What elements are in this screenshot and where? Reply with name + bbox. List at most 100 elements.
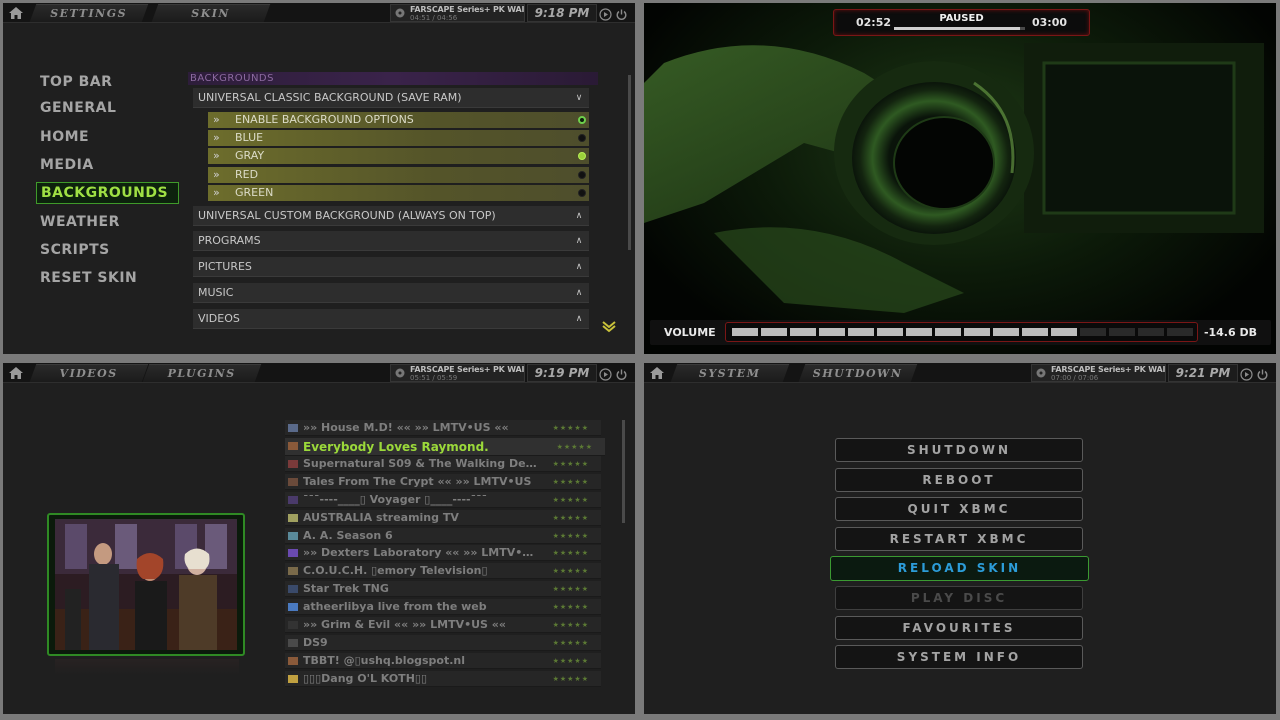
now-playing-box[interactable]: FARSCAPE Series+ PK WAI 04:51 / 04:56 (390, 4, 525, 22)
group-custom-background[interactable]: UNIVERSAL CUSTOM BACKGROUND (ALWAYS ON T… (193, 206, 589, 226)
shutdown-button[interactable]: SHUTDOWN (835, 438, 1083, 462)
plugin-icon (288, 424, 298, 432)
double-chevron-icon: » (213, 168, 220, 181)
list-item[interactable]: »» Dexters Laboratory «« »» LMTV•US ★★★★★ (285, 545, 601, 562)
seek-bar-overlay[interactable]: 02:52 PAUSED 03:00 (833, 9, 1090, 36)
now-playing-time: 07:00 / 07:06 (1051, 374, 1099, 382)
scroll-down-icon[interactable] (601, 318, 617, 333)
home-icon[interactable] (648, 365, 666, 381)
breadcrumb-skin[interactable]: SKIN (151, 4, 271, 22)
play-pause-icon[interactable] (1240, 366, 1253, 381)
list-item[interactable]: atheerlibya live from the web ★★★★★ (285, 599, 601, 616)
rating-stars: ★★★★★ (552, 477, 589, 486)
list-item[interactable]: C.O.U.C.H. ▯emory Television▯ ★★★★★ (285, 563, 601, 580)
restart-xbmc-button[interactable]: RESTART XBMC (835, 527, 1083, 551)
scrollbar[interactable] (622, 420, 625, 523)
list-item[interactable]: A. A. Season 6 ★★★★★ (285, 527, 601, 544)
menu-item-reset-skin[interactable]: RESET SKIN (40, 270, 137, 286)
chevron-up-icon: ∧ (575, 211, 583, 221)
video-frame[interactable] (644, 3, 1276, 354)
menu-item-home[interactable]: HOME (40, 129, 89, 145)
menu-item-weather[interactable]: WEATHER (40, 214, 120, 230)
plugin-icon (288, 513, 298, 522)
volume-segment (1167, 328, 1193, 336)
volume-meter[interactable] (725, 322, 1198, 342)
progress-bar[interactable] (894, 27, 1025, 30)
scrollbar[interactable] (628, 75, 631, 250)
play-pause-icon[interactable] (599, 366, 612, 381)
list-item[interactable]: »» Grim & Evil «« »» LMTV•US «« ★★★★★ (285, 617, 601, 633)
group-classic-background[interactable]: UNIVERSAL CLASSIC BACKGROUND (SAVE RAM) … (193, 88, 589, 108)
volume-segment (848, 328, 874, 336)
menu-item-top-bar[interactable]: TOP BAR (40, 74, 112, 90)
list-item[interactable]: ▯▯▯Dang O'L KOTH▯▯ ★★★★★ (285, 670, 601, 687)
plugin-name: Supernatural S09 & The Walking Dead (303, 456, 538, 470)
rating-stars: ★★★★★ (552, 621, 589, 629)
group-videos[interactable]: VIDEOS ∧ (193, 309, 589, 329)
reboot-button[interactable]: REBOOT (835, 468, 1083, 492)
play-disc-button[interactable]: PLAY DISC (835, 586, 1083, 610)
chevron-up-icon: ∧ (575, 262, 583, 272)
play-pause-icon[interactable] (599, 6, 612, 21)
volume-segment (993, 328, 1019, 336)
system-info-button[interactable]: SYSTEM INFO (835, 645, 1083, 669)
breadcrumb-settings[interactable]: SETTINGS (29, 4, 149, 22)
now-playing-box[interactable]: FARSCAPE Series+ PK WAI 07:00 / 07:06 (1031, 364, 1166, 382)
list-item[interactable]: ¯¯¯----____▯ Voyager ▯____----¯¯¯ ★★★★★ (285, 491, 601, 508)
power-icon[interactable] (1256, 366, 1269, 380)
radio-indicator (578, 152, 586, 160)
volume-segment (1022, 328, 1048, 336)
breadcrumb-videos[interactable]: VIDEOS (29, 364, 149, 382)
group-music[interactable]: MUSIC ∧ (193, 283, 589, 303)
menu-item-scripts[interactable]: SCRIPTS (40, 242, 110, 258)
menu-item-media[interactable]: MEDIA (40, 157, 94, 173)
breadcrumb-system[interactable]: SYSTEM (670, 364, 790, 382)
now-playing-box[interactable]: FARSCAPE Series+ PK WAI 05:51 / 05:59 (390, 364, 525, 382)
group-pictures[interactable]: PICTURES ∧ (193, 257, 589, 277)
now-playing-title: FARSCAPE Series+ PK WAI (1051, 365, 1166, 374)
option-red[interactable]: » RED (208, 167, 589, 183)
plugin-icon (288, 495, 298, 504)
list-item[interactable]: Everybody Loves Raymond. ★★★★★ (285, 437, 605, 456)
list-item[interactable]: Supernatural S09 & The Walking Dead ★★★★★ (285, 455, 601, 472)
disc-icon (395, 368, 405, 378)
menu-item-backgrounds[interactable]: BACKGROUNDS (36, 182, 179, 204)
list-item[interactable]: »» House M.D! «« »» LMTV•US «« ★★★★★ (285, 420, 601, 436)
reload-skin-button[interactable]: RELOAD SKIN (830, 556, 1089, 581)
option-green[interactable]: » GREEN (208, 185, 589, 201)
option-gray[interactable]: » GRAY (208, 148, 589, 164)
list-item[interactable]: AUSTRALIA streaming TV ★★★★★ (285, 509, 601, 526)
menu-item-general[interactable]: GENERAL (40, 100, 116, 116)
radio-indicator (578, 116, 586, 124)
option-blue[interactable]: » BLUE (208, 130, 589, 146)
breadcrumb-shutdown[interactable]: SHUTDOWN (798, 364, 918, 382)
plugin-icon (288, 638, 298, 647)
group-programs[interactable]: PROGRAMS ∧ (193, 231, 589, 251)
list-item[interactable]: Star Trek TNG ★★★★★ (285, 581, 601, 598)
plugin-name: TBBT! @▯ushq.blogspot.nl (303, 653, 466, 667)
home-icon[interactable] (7, 5, 25, 21)
volume-db: -14.6 DB (1203, 326, 1257, 339)
quit-xbmc-button[interactable]: QUIT XBMC (835, 497, 1083, 521)
list-item[interactable]: DS9 ★★★★★ (285, 634, 601, 651)
list-item[interactable]: TBBT! @▯ushq.blogspot.nl ★★★★★ (285, 652, 601, 669)
progress-fill (894, 27, 1020, 30)
plugin-name: »» Grim & Evil «« »» LMTV•US «« (303, 618, 507, 631)
plugin-icon (288, 585, 298, 594)
power-icon[interactable] (615, 6, 628, 20)
breadcrumb-plugins[interactable]: PLUGINS (142, 364, 262, 382)
double-chevron-icon: » (213, 131, 220, 144)
option-enable-background[interactable]: » ENABLE BACKGROUND OPTIONS (208, 112, 589, 128)
plugin-icon (288, 531, 298, 540)
volume-segment (1138, 328, 1164, 336)
settings-panel: SETTINGS SKIN FARSCAPE Series+ PK WAI 04… (3, 3, 635, 354)
home-icon[interactable] (7, 365, 25, 381)
list-item[interactable]: Tales From The Crypt «« »» LMTV•US ★★★★★ (285, 473, 601, 490)
plugin-name: AUSTRALIA streaming TV (303, 510, 459, 524)
favourites-button[interactable]: FAVOURITES (835, 616, 1083, 640)
chevron-up-icon: ∧ (575, 314, 583, 324)
radio-indicator (578, 171, 586, 179)
radio-indicator (578, 189, 586, 197)
power-icon[interactable] (615, 366, 628, 380)
plugin-icon (288, 621, 298, 629)
